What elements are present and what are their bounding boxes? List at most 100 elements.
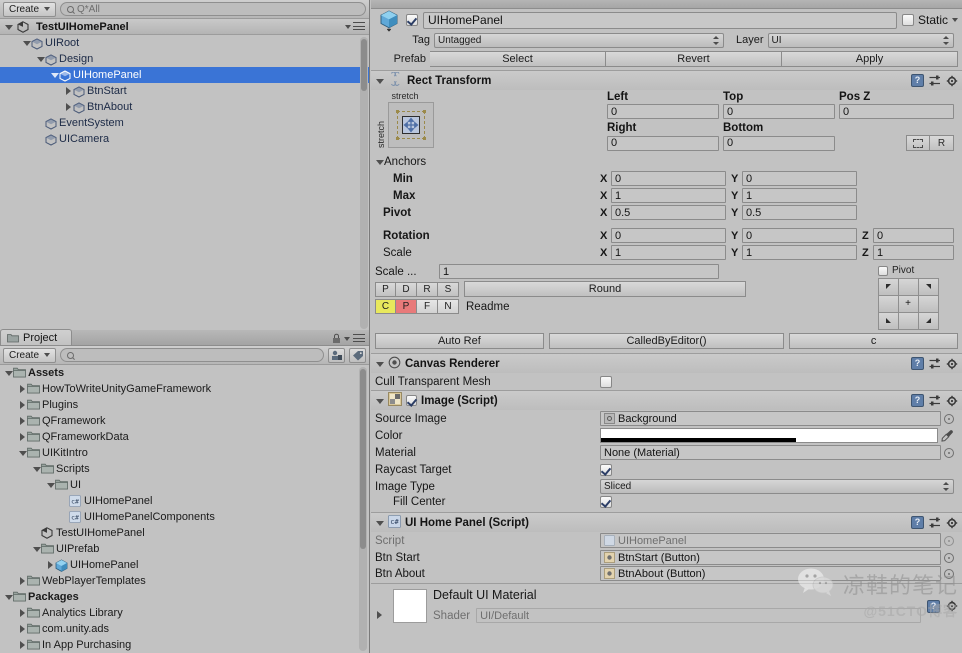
gear-icon[interactable] [946,358,958,370]
chevron-right-icon[interactable] [64,83,73,99]
chevron-right-icon[interactable] [18,573,27,589]
project-item-com-unity-ads[interactable]: com.unity.ads [0,621,369,637]
static-checkbox[interactable] [901,14,914,26]
chevron-down-icon[interactable] [375,356,384,372]
posz-input[interactable]: 0 [839,104,954,119]
gameobject-name-input[interactable]: UIHomePanel [423,11,897,29]
round-button[interactable]: Round [464,281,746,297]
c-button[interactable]: c [789,333,958,349]
pivot-x-input[interactable]: 0.5 [611,205,726,220]
align-top-left-button[interactable] [877,277,899,296]
anchor-min-y-input[interactable]: 0 [742,171,857,186]
align-bottom-right-button[interactable] [917,311,939,330]
gear-icon[interactable] [946,75,958,87]
auto-ref-button[interactable]: Auto Ref [375,333,544,349]
anchor-preset-button[interactable] [388,102,434,148]
tab-project[interactable]: Project [0,329,73,345]
chevron-down-icon[interactable] [375,515,384,531]
project-item-assets[interactable]: Assets [0,365,369,381]
anchor-min-x-input[interactable]: 0 [611,171,726,186]
chevron-down-icon[interactable] [4,365,13,381]
chevron-down-icon[interactable] [22,35,31,51]
chevron-down-icon[interactable] [4,19,13,35]
project-item-ui[interactable]: UI [0,477,369,493]
project-item-webplayertemplates[interactable]: WebPlayerTemplates [0,573,369,589]
chevron-down-icon[interactable] [32,461,41,477]
chevron-down-icon[interactable] [36,51,45,67]
help-icon[interactable]: ? [911,357,924,370]
f-toggle-button[interactable]: F [417,299,438,314]
alignment-grid[interactable]: + [877,277,958,330]
help-icon[interactable]: ? [911,516,924,529]
chevron-right-icon[interactable] [375,607,384,623]
project-tree[interactable]: Assets HowToWriteUnityGameFramework Plugin… [0,365,369,653]
source-image-object-field[interactable]: Background [600,411,941,426]
chevron-down-icon[interactable] [32,541,41,557]
ui-home-panel-header[interactable]: c# UI Home Panel (Script) ? [371,513,962,532]
tag-dropdown[interactable]: Untagged [434,32,724,48]
layer-dropdown[interactable]: UI [767,32,954,48]
preset-icon[interactable] [929,75,941,86]
scale-y-input[interactable]: 1 [742,245,857,260]
project-item-uiprefab[interactable]: UIPrefab [0,541,369,557]
pivot-y-input[interactable]: 0.5 [742,205,857,220]
cull-transparent-mesh-checkbox[interactable] [600,375,612,388]
d-button[interactable]: D [396,281,417,297]
hierarchy-item-eventsystem[interactable]: EventSystem [0,115,369,131]
material-picker-icon[interactable] [944,447,954,458]
scale-x-input[interactable]: 1 [611,245,726,260]
chevron-right-icon[interactable] [18,381,27,397]
prefab-select-button[interactable]: Select [430,51,606,67]
hierarchy-tree[interactable]: UIRoot Design UIHomePanel BtnStart BtnAbout E… [0,35,369,331]
image-script-header[interactable]: Image (Script) ? [371,391,962,410]
shader-dropdown[interactable]: UI/Default [476,608,921,623]
chevron-down-icon[interactable] [375,154,384,170]
scale-z-input[interactable]: 1 [873,245,954,260]
anchors-foldout[interactable]: Anchors [371,153,962,170]
project-item-uihomepanel[interactable]: c# UIHomePanel [0,493,369,509]
menu-icon[interactable] [353,334,365,343]
gear-icon[interactable] [946,517,958,529]
help-icon[interactable]: ? [927,600,940,613]
raycast-target-checkbox[interactable] [600,463,612,476]
search-by-type-button[interactable] [328,347,345,363]
chevron-right-icon[interactable] [18,413,27,429]
chevron-right-icon[interactable] [46,557,55,573]
cpfn-buttons[interactable]: C P F N [375,299,459,314]
blueprint-mode-button[interactable] [906,135,930,151]
hierarchy-item-btnabout[interactable]: BtnAbout [0,99,369,115]
canvas-renderer-header[interactable]: Canvas Renderer ? [371,354,962,373]
project-item-uihomepanelcomponents[interactable]: c# UIHomePanelComponents [0,509,369,525]
rotation-y-input[interactable]: 0 [742,228,857,243]
gear-icon[interactable] [946,600,958,612]
chevron-down-icon[interactable] [375,393,384,409]
hierarchy-scene-row[interactable]: TestUIHomePanel [0,19,369,35]
called-by-editor-button[interactable]: CalledByEditor() [548,333,785,349]
chevron-down-icon[interactable] [375,73,384,89]
top-input[interactable]: 0 [723,104,835,119]
material-object-field[interactable]: None (Material) [600,445,941,460]
right-input[interactable]: 0 [607,135,719,151]
chevron-down-icon[interactable] [952,18,958,22]
align-right-button[interactable] [917,294,939,313]
hierarchy-search-input[interactable]: Q*All [60,2,366,16]
hierarchy-menu-button[interactable] [345,22,365,31]
project-item-qframework[interactable]: QFramework [0,413,369,429]
bottom-input[interactable]: 0 [723,135,835,151]
chevron-right-icon[interactable] [18,605,27,621]
eyedropper-icon[interactable] [941,429,954,442]
gameobject-active-checkbox[interactable] [406,14,418,26]
preset-icon[interactable] [929,395,941,406]
anchor-max-x-input[interactable]: 1 [611,188,726,203]
prefab-revert-button[interactable]: Revert [606,51,782,67]
scale-tool-input[interactable]: 1 [439,264,719,279]
project-create-button[interactable]: Create [3,347,57,363]
hierarchy-item-design[interactable]: Design [0,51,369,67]
image-type-dropdown[interactable]: Sliced [600,479,954,494]
r-button[interactable]: R [417,281,438,297]
align-top-right-button[interactable] [917,277,939,296]
anchor-max-y-input[interactable]: 1 [742,188,857,203]
s-button[interactable]: S [438,281,459,297]
chevron-down-icon[interactable] [18,445,27,461]
project-item-scripts[interactable]: Scripts [0,461,369,477]
